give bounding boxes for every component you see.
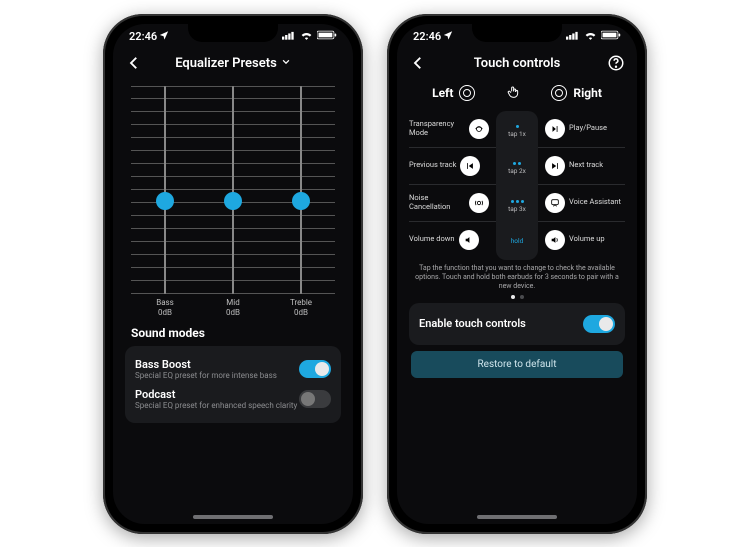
left-action-anc[interactable]: Noise Cancellation [409,193,489,213]
home-indicator[interactable] [193,515,273,519]
earbud-left-icon [459,85,475,101]
enable-touch-label: Enable touch controls [419,317,583,330]
enable-touch-card: Enable touch controls [409,303,625,345]
notch [472,24,562,42]
volume-down-icon [459,230,479,250]
right-action-volume-up[interactable]: Volume up [545,230,625,250]
sound-modes-heading: Sound modes [113,320,353,344]
mode-title: Bass Boost [135,358,299,371]
lr-header: Left Right [397,84,637,103]
touch-gesture-icon [505,84,521,103]
sound-mode-podcast: Podcast Special EQ preset for enhanced s… [135,384,331,415]
eq-band-value: 0dB [158,308,172,317]
enable-touch-toggle[interactable] [583,315,615,333]
right-action-playpause[interactable]: Play/Pause [545,119,625,139]
status-time: 22:46 [129,30,157,43]
signal-icon [566,30,580,43]
previous-track-icon [460,156,480,176]
eq-band-value: 0dB [294,308,308,317]
header: Equalizer Presets [113,50,353,78]
mode-subtitle: Special EQ preset for enhanced speech cl… [135,401,299,411]
sound-mode-bass-boost: Bass Boost Special EQ preset for more in… [135,354,331,385]
eq-band-treble[interactable]: Treble0dB [267,86,335,316]
restore-default-button[interactable]: Restore to default [411,351,623,378]
right-action-voice-assistant[interactable]: Voice Assistant [545,193,625,213]
sound-modes-card: Bass Boost Special EQ preset for more in… [125,346,341,423]
play-pause-icon [545,119,565,139]
eq-band-value: 0dB [226,308,240,317]
status-time: 22:46 [413,30,441,43]
page-title[interactable]: Equalizer Presets [175,56,277,71]
earbud-right-icon [551,85,567,101]
eq-band-name: Mid [226,298,239,307]
podcast-toggle[interactable] [299,390,331,408]
volume-up-icon [545,230,565,250]
page-title: Touch controls [474,56,561,71]
bass-boost-toggle[interactable] [299,360,331,378]
back-button[interactable] [409,54,427,76]
pager-dots[interactable] [397,295,637,299]
voice-assistant-icon [545,193,565,213]
signal-icon [282,30,296,43]
equalizer: Bass0dB Mid0dB Treble0dB [131,86,335,316]
gesture-label: hold [511,237,524,245]
phone-right: 22:46 Touch controls Left [387,14,647,534]
anc-icon [469,193,489,213]
screen-equalizer: 22:46 Equalizer Presets [113,24,353,524]
wifi-icon [300,30,313,43]
eq-band-name: Bass [156,298,174,307]
gesture-label: tap 1x [508,130,526,138]
phone-left: 22:46 Equalizer Presets [103,14,363,534]
left-label: Left [432,86,453,100]
left-action-volume-down[interactable]: Volume down [409,230,489,250]
eq-band-bass[interactable]: Bass0dB [131,86,199,316]
battery-icon [317,30,337,43]
hint-text: Tap the function that you want to change… [397,258,637,293]
header: Touch controls [397,50,637,78]
eq-band-name: Treble [290,298,312,307]
wifi-icon [584,30,597,43]
right-action-next-track[interactable]: Next track [545,156,625,176]
right-label: Right [573,86,602,100]
gesture-center-column: tap 1x tap 2x tap 3x hold [496,111,538,260]
mode-title: Podcast [135,388,299,401]
eq-band-mid[interactable]: Mid0dB [199,86,267,316]
chevron-down-icon[interactable] [281,57,291,70]
notch [188,24,278,42]
back-button[interactable] [125,54,143,76]
transparency-icon [469,119,489,139]
next-track-icon [545,156,565,176]
location-icon [443,30,453,43]
screen-touch-controls: 22:46 Touch controls Left [397,24,637,524]
touch-gestures-list: tap 1x tap 2x tap 3x hold Transparency M… [409,111,625,258]
gesture-label: tap 2x [508,167,526,175]
location-icon [159,30,169,43]
left-action-transparency[interactable]: Transparency Mode [409,119,489,139]
home-indicator[interactable] [477,515,557,519]
battery-icon [601,30,621,43]
help-button[interactable] [607,54,625,76]
mode-subtitle: Special EQ preset for more intense bass [135,371,299,381]
left-action-prev-track[interactable]: Previous track [409,156,489,176]
gesture-label: tap 3x [508,205,526,213]
